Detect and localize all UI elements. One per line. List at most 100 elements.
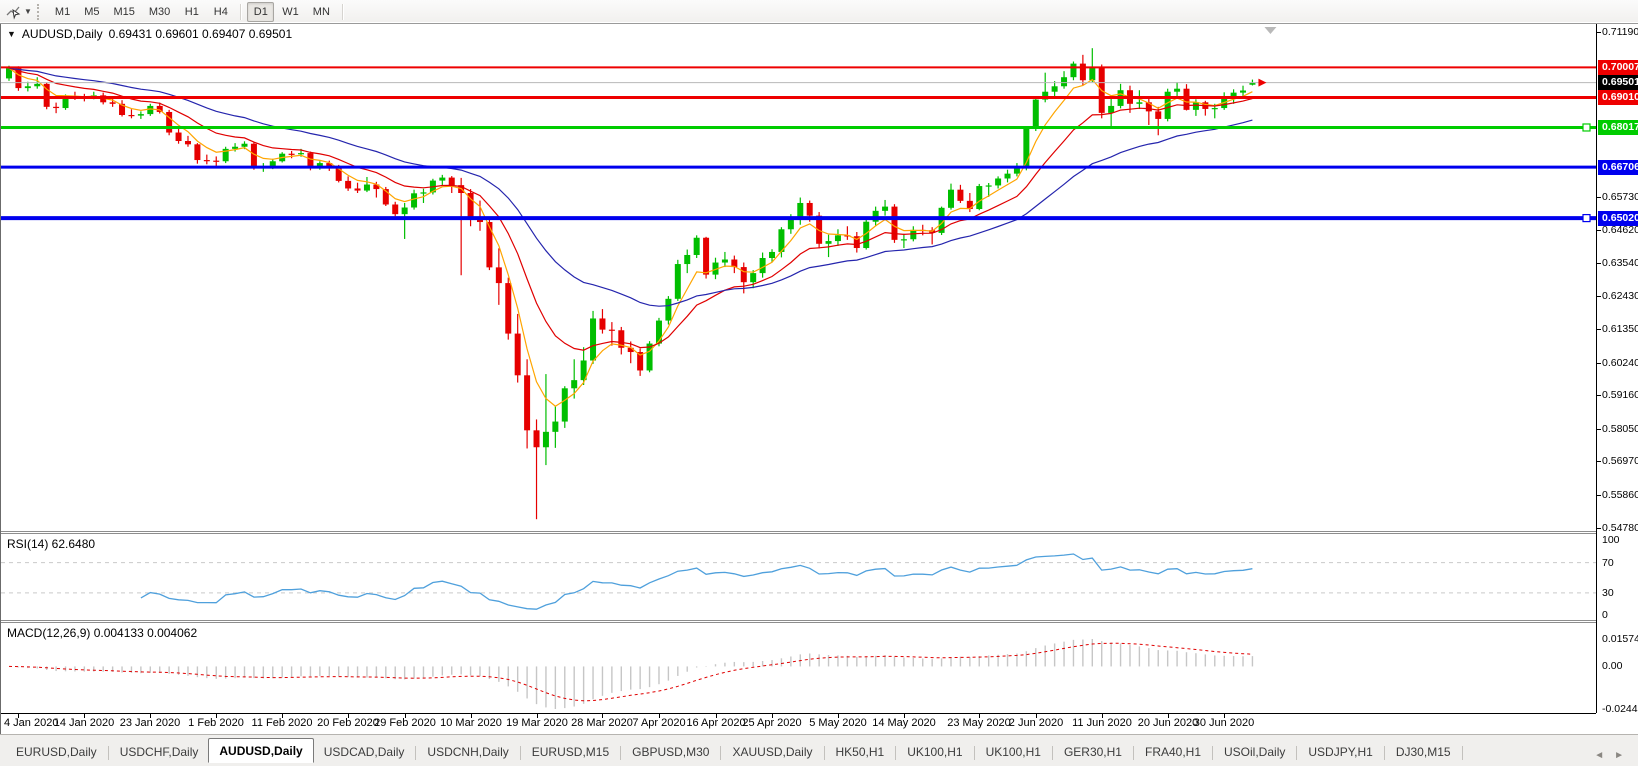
rsi-panel-canvas[interactable]	[1, 534, 1596, 620]
price-badge: 0.69010	[1598, 90, 1638, 105]
date-tick: 23 Jan 2020	[119, 717, 181, 729]
tab-separator	[1212, 746, 1214, 760]
time-axis[interactable]: 4 Jan 2020 14 Jan 2020 23 Jan 2020 1 Feb 20…	[1, 713, 1638, 734]
date-tick: 29 Feb 2020	[374, 717, 436, 729]
chart-title-ohlc: 0.69431 0.69601 0.69407 0.69501	[108, 27, 293, 41]
date-tick: 10 Mar 2020	[440, 717, 502, 729]
price-tick-mark	[1597, 461, 1601, 462]
price-tick: 0.65730	[1602, 191, 1638, 203]
timeframe-button-H4[interactable]: H4	[207, 2, 234, 22]
date-tick: 1 Feb 2020	[188, 717, 244, 729]
date-tick: 16 Apr 2020	[686, 717, 746, 729]
chart-tab-UK100-H1[interactable]: UK100,H1	[976, 741, 1051, 763]
price-tick: 0.60240	[1602, 357, 1638, 369]
date-tick: 11 Jun 2020	[1072, 717, 1132, 729]
chart-tab-USDCHF-Daily[interactable]: USDCHF,Daily	[110, 741, 209, 763]
tab-separator	[1383, 746, 1385, 760]
chart-tab-bar: EURUSD,Daily USDCHF,Daily AUDUSD,Daily USDC…	[0, 734, 1638, 766]
main-price-panel: ▼ AUDUSD,Daily 0.69431 0.69601 0.69407 0…	[1, 24, 1638, 531]
price-tick: 0.63540	[1602, 257, 1638, 269]
toolbar-separator	[341, 3, 343, 20]
price-tick: 0.58050	[1602, 423, 1638, 435]
price-tick-mark	[1597, 495, 1601, 496]
chart-cursor-icon[interactable]	[4, 3, 24, 21]
toolbar-separator	[240, 3, 242, 20]
chart-tab-GBPUSD-M30[interactable]: GBPUSD,M30	[622, 741, 719, 763]
chart-tab-USDCAD-Daily[interactable]: USDCAD,Daily	[314, 741, 415, 763]
chart-tabs: EURUSD,Daily USDCHF,Daily AUDUSD,Daily USDC…	[6, 738, 1464, 763]
tab-separator	[973, 746, 975, 760]
tab-separator	[107, 746, 109, 760]
rsi-scale-label: 70	[1602, 557, 1614, 569]
price-badge: 0.70007	[1598, 60, 1638, 75]
chart-tab-USOil-Daily[interactable]: USOil,Daily	[1214, 741, 1295, 763]
timeframe-button-H1[interactable]: H1	[178, 2, 205, 22]
price-tick-mark	[1597, 395, 1601, 396]
timeframe-button-D1[interactable]: D1	[247, 1, 275, 22]
macd-panel-canvas[interactable]	[1, 623, 1596, 713]
toolbar-grip	[36, 3, 42, 20]
macd-scale-label: 0.015741	[1602, 633, 1638, 645]
cursor-dropdown-caret-icon[interactable]: ▼	[24, 7, 32, 16]
chart-tab-XAUUSD-Daily[interactable]: XAUUSD,Daily	[722, 741, 822, 763]
date-tick: 20 Jun 2020	[1137, 717, 1199, 729]
chart-menu-icon[interactable]: ▼	[7, 29, 16, 39]
rsi-scale-label: 30	[1602, 587, 1614, 599]
price-axis-border	[1596, 24, 1597, 713]
date-tick: 30 Jun 2020	[1193, 717, 1255, 729]
price-tick: 0.54780	[1602, 522, 1638, 534]
price-tick: 0.71190	[1602, 26, 1638, 38]
price-tick-mark	[1597, 329, 1601, 330]
macd-label: MACD(12,26,9) 0.004133 0.004062	[7, 626, 198, 640]
price-tick-mark	[1597, 296, 1601, 297]
chart-title: ▼ AUDUSD,Daily 0.69431 0.69601 0.69407 0…	[7, 27, 292, 41]
date-tick: 4 Jan 2020	[4, 717, 59, 729]
price-tick-mark	[1597, 230, 1601, 231]
rsi-scale-label: 0	[1602, 609, 1608, 621]
chart-tab-EURUSD-Daily[interactable]: EURUSD,Daily	[6, 741, 107, 763]
timeframe-button-M1[interactable]: M1	[49, 2, 76, 22]
tab-separator	[823, 746, 825, 760]
tab-scroll-right-button[interactable]: ►	[1614, 750, 1624, 761]
chart-tab-EURUSD-M15[interactable]: EURUSD,M15	[522, 741, 619, 763]
date-tick: 2 Jun 2020	[1008, 717, 1064, 729]
price-badge: 0.68017	[1598, 120, 1638, 135]
cursor-glyph	[6, 6, 21, 20]
main-chart-canvas[interactable]	[1, 24, 1596, 531]
price-tick: 0.62430	[1602, 290, 1638, 302]
price-tick: 0.55860	[1602, 489, 1638, 501]
chart-tab-USDCNH-Daily[interactable]: USDCNH,Daily	[417, 741, 518, 763]
price-tick-mark	[1597, 429, 1601, 430]
timeframe-toolbar: ▼ M1 M5 M15 M30 H1 H4 D1 W1 MN	[0, 0, 1638, 24]
rsi-panel: RSI(14) 62.6480	[1, 534, 1638, 620]
date-tick: 19 Mar 2020	[506, 717, 568, 729]
chart-tab-AUDUSD-Daily[interactable]: AUDUSD,Daily	[208, 738, 314, 763]
chart-tab-DJ30-M15[interactable]: DJ30,M15	[1386, 741, 1461, 763]
timeframe-button-MN[interactable]: MN	[307, 2, 336, 22]
timeframe-button-M5[interactable]: M5	[78, 2, 105, 22]
date-tick: 20 Feb 2020	[317, 717, 379, 729]
date-tick: 28 Mar 2020	[571, 717, 633, 729]
tab-separator	[415, 746, 417, 760]
tab-scroll-left-button[interactable]: ◄	[1594, 750, 1604, 761]
chart-tab-FRA40-H1[interactable]: FRA40,H1	[1135, 741, 1211, 763]
timeframe-button-W1[interactable]: W1	[276, 2, 305, 22]
tab-separator	[1051, 746, 1053, 760]
price-tick: 0.59160	[1602, 389, 1638, 401]
chart-tab-HK50-H1[interactable]: HK50,H1	[826, 741, 895, 763]
macd-scale-label: -0.024412	[1602, 703, 1638, 715]
tab-separator	[1461, 746, 1463, 760]
price-tick-mark	[1597, 363, 1601, 364]
chart-tab-UK100-H1[interactable]: UK100,H1	[897, 741, 972, 763]
tab-separator	[895, 746, 897, 760]
tab-separator	[1296, 746, 1298, 760]
tab-separator	[720, 746, 722, 760]
chart-tab-GER30-H1[interactable]: GER30,H1	[1054, 741, 1132, 763]
date-tick: 7 Apr 2020	[632, 717, 686, 729]
price-badge: 0.69501	[1598, 75, 1638, 90]
price-axis[interactable]: 0.71190 0.65730 0.64620 0.63540 0.62430 0.613…	[1596, 24, 1638, 715]
timeframe-button-M30[interactable]: M30	[143, 2, 176, 22]
price-tick: 0.61350	[1602, 323, 1638, 335]
chart-tab-USDJPY-H1[interactable]: USDJPY,H1	[1298, 741, 1382, 763]
timeframe-button-M15[interactable]: M15	[107, 2, 140, 22]
